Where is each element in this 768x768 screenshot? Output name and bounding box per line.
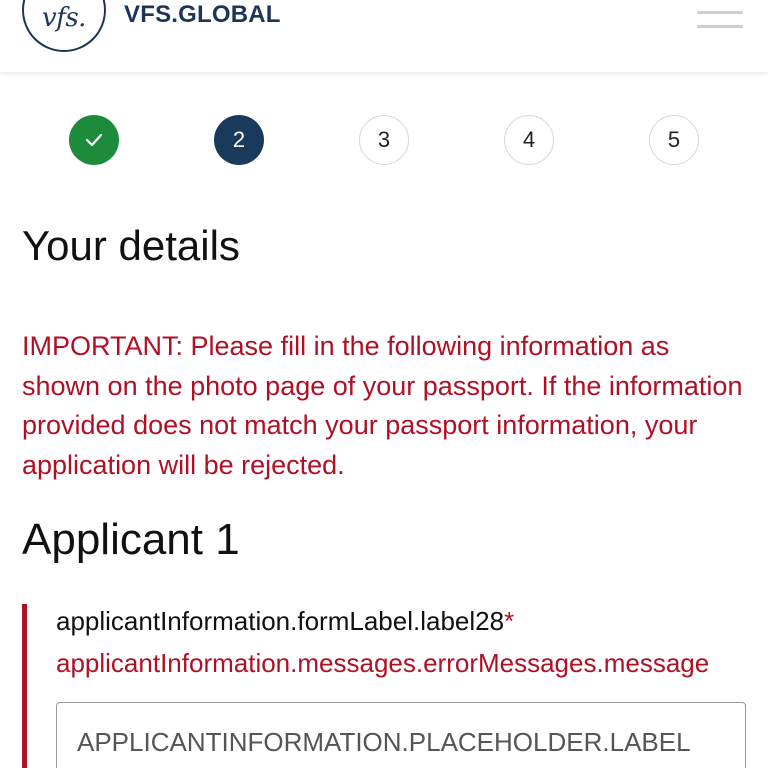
required-mark: *: [504, 606, 515, 636]
step-2-active: 2: [214, 115, 264, 165]
field-error-message: applicantInformation.messages.errorMessa…: [56, 648, 710, 678]
checkmark-icon: [85, 133, 103, 147]
step-4: 4: [504, 115, 554, 165]
applicant-heading: Applicant 1: [22, 515, 240, 564]
field-label: applicantInformation.formLabel.label28*: [56, 606, 514, 637]
vfs-logo[interactable]: vfs.: [22, 0, 106, 52]
step-5: 5: [649, 115, 699, 165]
hamburger-menu-icon[interactable]: [697, 8, 743, 30]
site-header: vfs. VFS.GLOBAL: [0, 0, 768, 73]
field-label-text: applicantInformation.formLabel.label28: [56, 606, 505, 636]
menu-line: [697, 11, 743, 14]
step-3: 3: [359, 115, 409, 165]
applicant-text-field[interactable]: [56, 702, 746, 768]
important-notice: IMPORTANT: Please fill in the following …: [22, 331, 743, 480]
brand-name: VFS.GLOBAL: [124, 1, 281, 28]
field-error-indicator: [22, 604, 27, 768]
logo-text: vfs.: [42, 3, 86, 33]
menu-line: [697, 25, 743, 28]
page: vfs. VFS.GLOBAL 2 3 4 5 Your details IMP…: [0, 0, 768, 768]
step-1-done: [69, 115, 119, 165]
page-title: Your details: [22, 222, 240, 269]
